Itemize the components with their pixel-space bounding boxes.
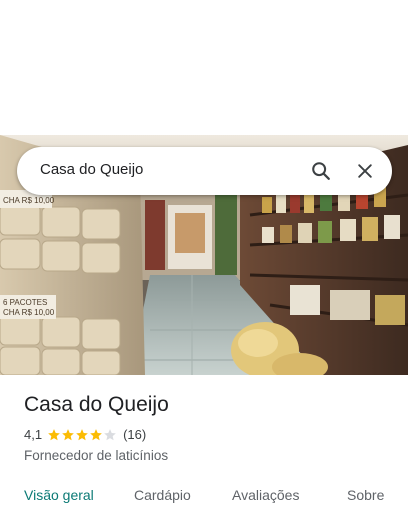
place-title: Casa do Queijo: [24, 393, 169, 416]
photo-sign-price: CHA R$ 10,00: [3, 196, 55, 205]
star-icon-full: [48, 428, 60, 440]
search-button[interactable]: [303, 153, 339, 189]
place-category: Fornecedor de laticínios: [24, 448, 169, 463]
close-icon: [358, 164, 372, 178]
star-icon-empty: [104, 428, 116, 440]
star-icon-full: [76, 428, 88, 440]
star-icon-full: [62, 428, 74, 440]
photo-sign-packs: 6 PACOTES: [3, 298, 47, 307]
review-count[interactable]: (16): [123, 427, 146, 442]
star-rating: [47, 428, 117, 442]
close-button[interactable]: [347, 153, 383, 189]
search-icon: [312, 162, 330, 180]
rating-row[interactable]: 4,1 (16): [24, 427, 146, 442]
place-tabs: Visão geral Cardápio Avaliações Sobre: [0, 478, 408, 510]
search-bar[interactable]: Casa do Queijo: [17, 147, 392, 195]
photo-sign-price-2: CHA R$ 10,00: [3, 308, 55, 317]
tab-reviews[interactable]: Avaliações: [232, 487, 299, 503]
top-blank-area: [0, 0, 408, 135]
search-input[interactable]: Casa do Queijo: [40, 161, 143, 178]
star-icon-full: [90, 428, 102, 440]
tab-menu[interactable]: Cardápio: [134, 487, 191, 503]
tab-overview[interactable]: Visão geral: [24, 487, 94, 503]
rating-value: 4,1: [24, 427, 43, 442]
tab-about[interactable]: Sobre: [347, 487, 384, 503]
